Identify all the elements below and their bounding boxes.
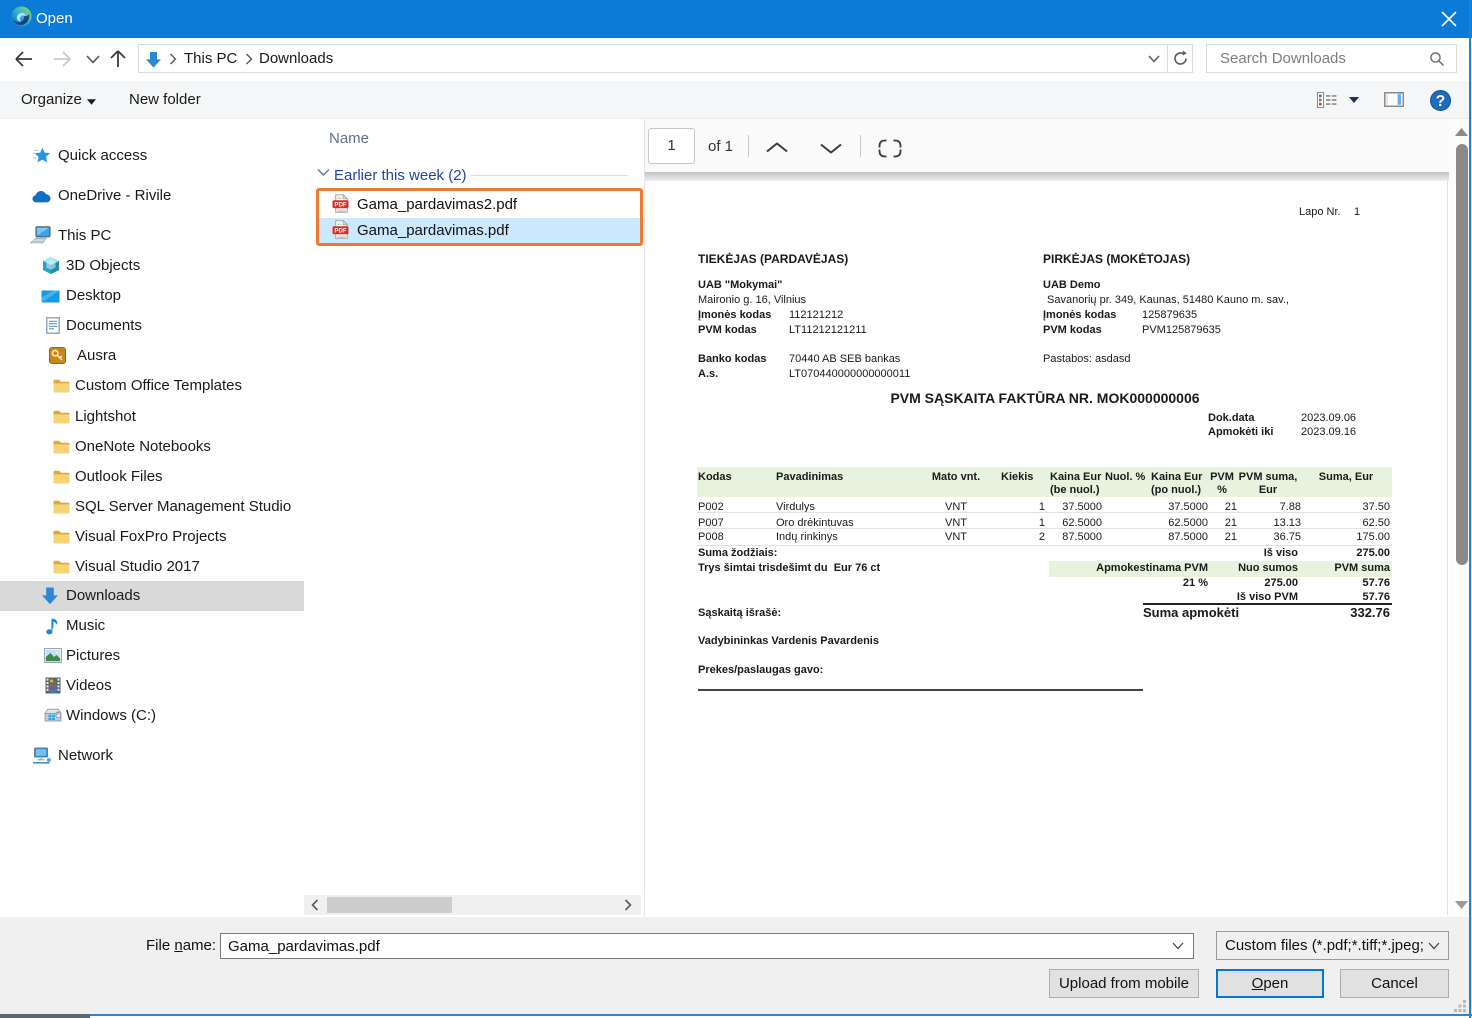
svg-text:?: ? xyxy=(1436,93,1445,110)
